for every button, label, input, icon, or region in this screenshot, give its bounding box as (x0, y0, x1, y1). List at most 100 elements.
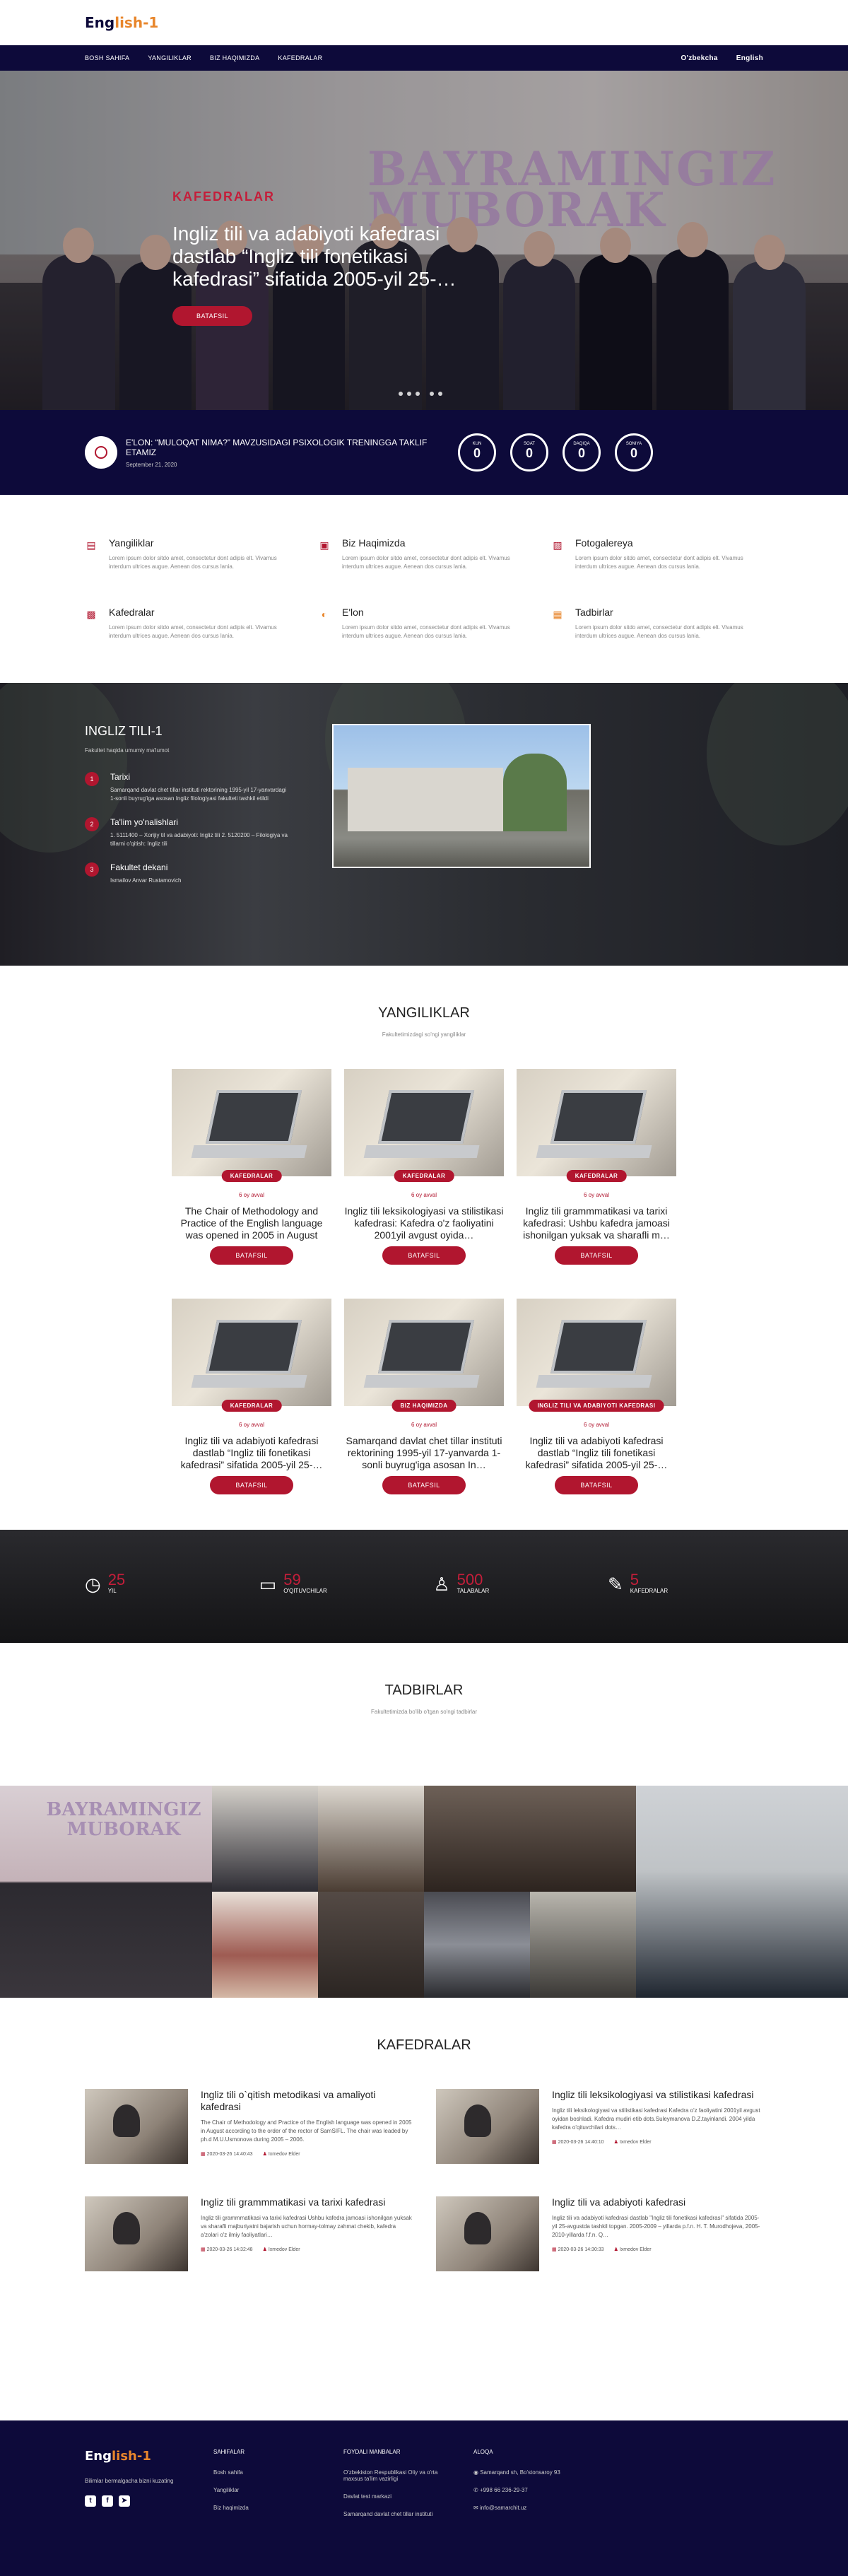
slider-dot[interactable] (430, 392, 434, 396)
laptop-illustration (550, 1090, 647, 1144)
department-title[interactable]: Ingliz tili o`qitish metodikasi va amali… (201, 2089, 412, 2113)
nav-news[interactable]: YANGILIKLAR (148, 54, 192, 62)
author-text: Ixmedov Elder (268, 2152, 300, 2157)
news-card-image[interactable]: BIZ HAQIMIZDA (344, 1299, 504, 1412)
department-title[interactable]: Ingliz tili leksikologiyasi va stilistik… (552, 2089, 763, 2101)
events-subtitle: Fakultetimizda bo'lib o'tgan so'ngi tadb… (371, 1709, 477, 1715)
service-text: Lorem ipsum dolor sitdo amet, consectetu… (342, 624, 510, 639)
nav-home[interactable]: BOSH SAHIFA (85, 54, 129, 62)
department-title[interactable]: Ingliz tili grammmatikasi va tarixi kafe… (201, 2196, 412, 2208)
service-news[interactable]: ▤ Yangiliklar Lorem ipsum dolor sitdo ame… (85, 537, 297, 571)
news-category-tag[interactable]: KAFEDRALAR (394, 1170, 454, 1182)
slider-dot[interactable] (438, 392, 442, 396)
footer-link[interactable]: Davlat test markazi (343, 2493, 452, 2500)
news-card-image[interactable]: INGLIZ TILI VA ADABIYOTI KAFEDRASI (517, 1299, 676, 1412)
news-more-button[interactable]: BATAFSIL (382, 1246, 466, 1265)
lang-english[interactable]: English (736, 54, 763, 62)
gallery-photo[interactable] (636, 1786, 848, 1998)
department-image[interactable] (436, 2089, 539, 2164)
news-date: 6 oy avval (583, 1422, 610, 1428)
gallery-photo[interactable] (424, 1786, 636, 1892)
events-section: TADBIRLAR Fakultetimizda bo'lib o'tgan s… (0, 1643, 848, 1998)
news-category-tag[interactable]: INGLIZ TILI VA ADABIYOTI KAFEDRASI (529, 1400, 664, 1412)
gallery-photo[interactable]: BAYRAMINGIZ MUBORAK (0, 1786, 212, 1998)
news-card-title[interactable]: Ingliz tili va adabiyoti kafedrasi dastl… (517, 1435, 676, 1472)
footer-brand: English-1 Bilimlar bermalgacha bizni kuz… (85, 2449, 213, 2529)
gallery-photo[interactable] (424, 1892, 530, 1998)
footer-phone[interactable]: ✆ +998 66 236-29-37 (473, 2487, 615, 2493)
events-title: TADBIRLAR (384, 1682, 464, 1698)
site-footer: English-1 Bilimlar bermalgacha bizni kuz… (0, 2420, 848, 2576)
news-card-image[interactable]: KAFEDRALAR (172, 1069, 331, 1182)
news-category-tag[interactable]: KAFEDRALAR (221, 1400, 282, 1412)
news-category-tag[interactable]: BIZ HAQIMIZDA (391, 1400, 457, 1412)
service-gallery[interactable]: ▨ Fotogalereya Lorem ipsum dolor sitdo am… (551, 537, 763, 571)
department-image[interactable] (436, 2196, 539, 2271)
news-category-tag[interactable]: KAFEDRALAR (221, 1170, 282, 1182)
step-number: 3 (85, 862, 99, 877)
footer-link[interactable]: Bosh sahifa (213, 2469, 343, 2476)
gallery-photo[interactable] (318, 1892, 424, 1998)
gallery-photo[interactable] (212, 1892, 318, 1998)
department-title[interactable]: Ingliz tili va adabiyoti kafedrasi (552, 2196, 763, 2208)
pencil-icon: ✎ (607, 1574, 623, 1595)
gallery-banner-text: BAYRAMINGIZ MUBORAK (46, 1799, 201, 1840)
site-logo[interactable]: English-1 (85, 14, 158, 31)
telegram-icon[interactable]: ➤ (119, 2495, 130, 2507)
slider-dot[interactable] (399, 392, 403, 396)
news-more-button[interactable]: BATAFSIL (210, 1476, 293, 1494)
service-events[interactable]: ▦ Tadbirlar Lorem ipsum dolor sitdo amet,… (551, 607, 763, 640)
news-card: KAFEDRALAR 6 oy avval The Chair of Metho… (172, 1069, 331, 1265)
gallery-photo[interactable] (318, 1786, 424, 1892)
department-image[interactable] (85, 2089, 188, 2164)
service-about[interactable]: ▣ Biz Haqimizda Lorem ipsum dolor sitdo a… (318, 537, 530, 571)
about-title: INGLIZ TILI-1 (85, 724, 163, 738)
news-card-image[interactable]: KAFEDRALAR (517, 1069, 676, 1182)
footer-email[interactable]: ✉ info@samarchit.uz (473, 2505, 615, 2511)
service-departments[interactable]: ▩ Kafedralar Lorem ipsum dolor sitdo amet… (85, 607, 297, 640)
announcement-title[interactable]: E'LON: “MULOQAT NIMA?” MAVZUSIDAGI PSIXO… (126, 438, 430, 457)
news-more-button[interactable]: BATAFSIL (382, 1476, 466, 1494)
news-category-tag[interactable]: KAFEDRALAR (566, 1170, 627, 1182)
service-announcements[interactable]: ◐ E'lon Lorem ipsum dolor sitdo amet, con… (318, 607, 530, 640)
footer-link[interactable]: Biz haqimizda (213, 2505, 343, 2511)
gallery-photo[interactable] (530, 1892, 636, 1998)
hero-more-button[interactable]: BATAFSIL (172, 306, 253, 326)
megaphone-icon: ◐ (321, 609, 328, 620)
news-more-button[interactable]: BATAFSIL (555, 1476, 638, 1494)
stat-departments: ✎ 5 KAFEDRALAR (607, 1572, 763, 1595)
stat-number: 59 (283, 1571, 301, 1588)
footer-logo[interactable]: English-1 (85, 2449, 213, 2464)
footer-link[interactable]: Yangiliklar (213, 2487, 343, 2493)
calendar-icon: ▦ (552, 2247, 557, 2252)
laptop-illustration (205, 1320, 302, 1374)
news-card-title[interactable]: Samarqand davlat chet tillar instituti r… (344, 1435, 504, 1472)
nav-departments[interactable]: KAFEDRALAR (278, 54, 322, 62)
slider-dots (399, 392, 442, 396)
footer-address: ◉ Samarqand sh, Bo'stonsaroy 93 (473, 2469, 615, 2476)
footer-link[interactable]: Samarqand davlat chet tillar instituti (343, 2511, 452, 2517)
news-card-title[interactable]: The Chair of Methodology and Practice of… (172, 1205, 331, 1242)
department-image[interactable] (85, 2196, 188, 2271)
news-card-title[interactable]: Ingliz tili leksikologiyasi va stilistik… (344, 1205, 504, 1242)
news-card-title[interactable]: Ingliz tili grammmatikasi va tarixi kafe… (517, 1205, 676, 1242)
gallery-photo[interactable] (212, 1786, 318, 1892)
news-more-button[interactable]: BATAFSIL (210, 1246, 293, 1265)
nav-about[interactable]: BIZ HAQIMIZDA (210, 54, 259, 62)
twitter-icon[interactable]: t (85, 2495, 96, 2507)
facebook-icon[interactable]: f (102, 2495, 113, 2507)
news-card-title[interactable]: Ingliz tili va adabiyoti kafedrasi dastl… (172, 1435, 331, 1472)
logo-accent-text: lish-1 (114, 14, 159, 31)
lang-uzbek[interactable]: O'zbekcha (681, 54, 717, 62)
stat-label: O'QITUVCHILAR (283, 1588, 327, 1594)
news-card: KAFEDRALAR 6 oy avval Ingliz tili grammm… (517, 1069, 676, 1265)
news-more-button[interactable]: BATAFSIL (555, 1246, 638, 1265)
footer-link[interactable]: O'zbekiston Respublikasi Oliy va o'rta m… (343, 2469, 452, 2482)
news-card-image[interactable]: KAFEDRALAR (172, 1299, 331, 1412)
slider-dot[interactable] (407, 392, 411, 396)
news-card-image[interactable]: KAFEDRALAR (344, 1069, 504, 1182)
slider-dot[interactable] (416, 392, 420, 396)
service-title: Yangiliklar (109, 537, 154, 549)
service-text: Lorem ipsum dolor sitdo amet, consectetu… (575, 555, 743, 570)
events-gallery: BAYRAMINGIZ MUBORAK (0, 1786, 848, 1998)
